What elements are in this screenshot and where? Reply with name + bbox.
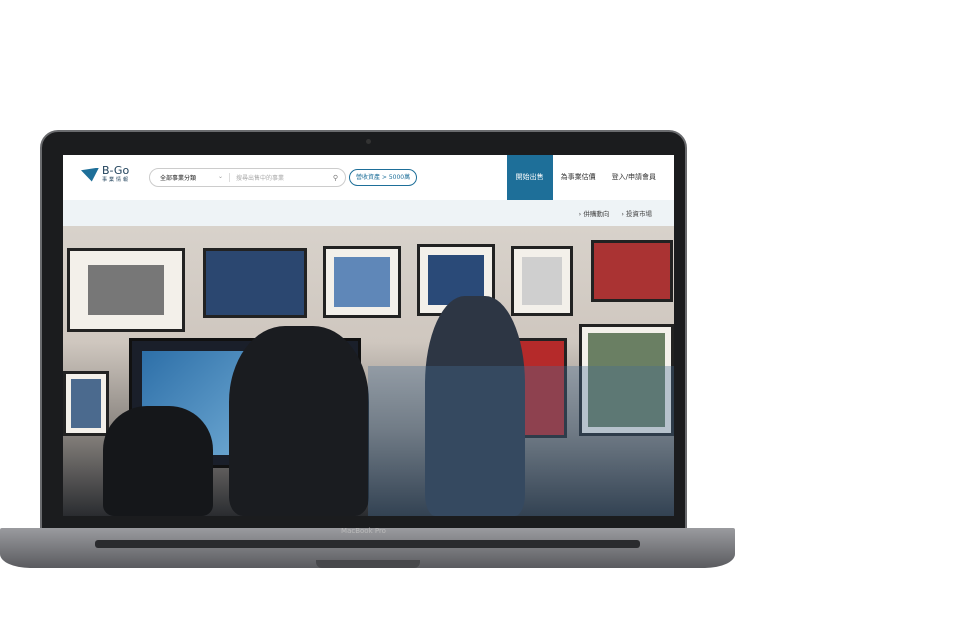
nav-start-selling[interactable]: 開始出售 [506,155,553,200]
main-nav: 開始出售 為事業估價 登入/申請會員 [506,155,674,200]
sub-nav: › 併購動向 › 投資市場 [63,200,674,226]
website-screen: B-Go 事業情報 全部事業分類 ⌄ 搜尋出售中的事業 ⚲ 營收資產 > 5000… [63,155,674,516]
category-label: 全部事業分類 [160,175,197,182]
nav-valuation[interactable]: 為事業估價 [553,155,604,200]
webcam [366,139,371,144]
logo[interactable]: B-Go 事業情報 [81,164,131,183]
site-header: B-Go 事業情報 全部事業分類 ⌄ 搜尋出售中的事業 ⚲ 營收資產 > 5000… [63,155,674,200]
category-select[interactable]: 全部事業分類 ⌄ [150,173,230,182]
logo-name: B-Go [102,164,130,177]
blue-overlay [368,366,674,516]
frame [323,246,401,318]
keyboard-edge [95,540,640,548]
nav-login[interactable]: 登入/申請會員 [604,155,674,200]
search-input[interactable]: 搜尋出售中的事業 [230,173,333,182]
logo-subtitle: 事業情報 [102,177,131,183]
frame [591,240,673,302]
subnav-invest-label: 投資市場 [626,210,652,218]
chevron-down-icon: ⌄ [217,173,223,180]
hero-image [63,226,674,516]
audience-member [103,406,213,516]
frame [67,248,185,332]
frame [63,371,109,436]
subnav-invest[interactable]: › 投資市場 [621,208,652,218]
frame [511,246,573,316]
device-label: MacBook Pro [341,527,386,535]
opening-notch [316,560,420,568]
subnav-mna-label: 併購動向 [583,210,610,218]
search-bar: 全部事業分類 ⌄ 搜尋出售中的事業 ⚲ [149,168,346,187]
logo-icon [81,167,99,182]
audience-member [229,326,369,516]
frame [203,248,307,318]
subnav-mna[interactable]: › 併購動向 [579,208,610,218]
search-icon[interactable]: ⚲ [333,174,345,182]
filter-pill[interactable]: 營收資產 > 5000萬 [349,169,418,186]
